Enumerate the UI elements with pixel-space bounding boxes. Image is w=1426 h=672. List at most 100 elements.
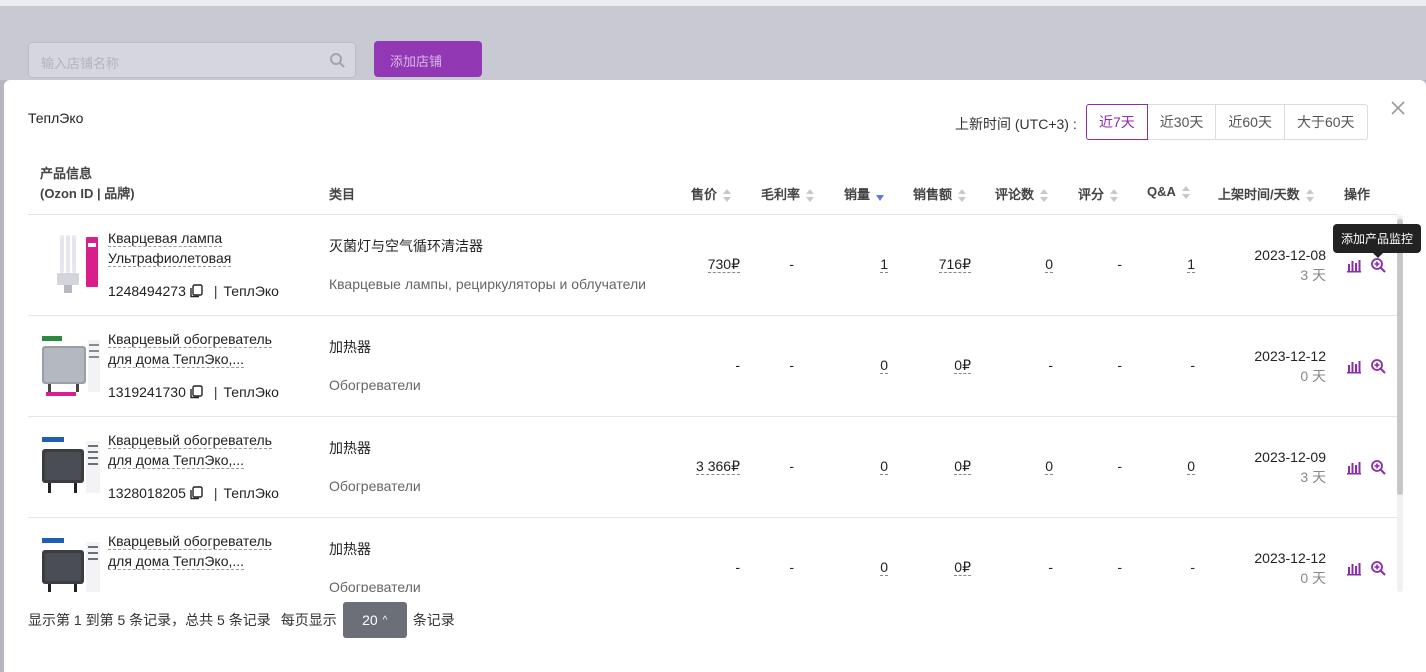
revenue-cell[interactable]: 0₽: [954, 357, 971, 374]
category-ru: Кварцевые лампы, рециркуляторы и облучат…: [329, 276, 646, 292]
table-row: Кварцевая лампа Ультрафиолетовая 1248494…: [28, 215, 1398, 316]
column-revenue[interactable]: 销售额: [913, 184, 967, 203]
price-cell[interactable]: 730₽: [707, 256, 740, 273]
sort-desc-icon: [876, 189, 885, 203]
copy-icon[interactable]: [189, 486, 203, 500]
reviews-cell[interactable]: 0: [1045, 256, 1053, 273]
product-id-brand: 1248494273 | ТеплЭко: [108, 283, 279, 299]
product-name-line1: Кварцевый обогреватель: [108, 533, 272, 550]
revenue-cell[interactable]: 716₽: [938, 256, 971, 273]
reviews: 0: [1045, 458, 1053, 475]
reviews: -: [1048, 559, 1053, 575]
sales-cell[interactable]: 0: [880, 559, 888, 576]
listing-time-filter-label: 上新时间 (UTC+3) :: [955, 116, 1077, 132]
filter-30-days[interactable]: 近30天: [1146, 104, 1217, 140]
search-icon: [330, 53, 345, 68]
column-rating-label: 评分: [1078, 187, 1105, 202]
monitor-zoom-icon[interactable]: [1370, 560, 1386, 576]
qa-cell[interactable]: 0: [1187, 458, 1195, 475]
bar-chart-icon[interactable]: [1346, 257, 1362, 273]
listed-date: 2023-12-12 0 天: [1254, 548, 1326, 588]
bar-chart-icon[interactable]: [1346, 358, 1362, 374]
product-name-link[interactable]: Кварцевый обогреватель для дома ТеплЭко,…: [108, 531, 308, 571]
qa-cell[interactable]: 1: [1187, 256, 1195, 273]
revenue-cell[interactable]: 0₽: [954, 458, 971, 475]
product-name-line2: для дома ТеплЭко,...: [108, 553, 245, 570]
product-thumbnail-heater[interactable]: [40, 334, 102, 398]
table-scrollbar[interactable]: [1397, 215, 1403, 592]
sales: 0: [880, 559, 888, 576]
page-size-value: 20: [362, 612, 378, 628]
background-search-input: 输入店铺名称: [28, 42, 356, 78]
table-header: 产品信息 (Ozon ID | 品牌) 类目 售价 毛利率 销量 销售额 评论数…: [28, 160, 1398, 215]
sort-icon: [958, 188, 967, 203]
revenue-cell[interactable]: 0₽: [954, 559, 971, 576]
sales-cell[interactable]: 0: [880, 458, 888, 475]
sales-cell[interactable]: 0: [880, 357, 888, 374]
ozon-id: 1319241730: [108, 384, 186, 400]
product-thumbnail-heater[interactable]: [40, 536, 102, 592]
qa: -: [1190, 357, 1195, 373]
rating: -: [1117, 357, 1122, 373]
column-qa-label: Q&A: [1147, 184, 1176, 199]
category-cn: 加热器: [329, 339, 371, 355]
price-cell[interactable]: 3 366₽: [696, 458, 740, 475]
product-name-line1: Кварцевый обогреватель: [108, 331, 272, 348]
column-actions: 操作: [1344, 187, 1371, 202]
bar-chart-icon[interactable]: [1346, 459, 1362, 475]
page-size-select[interactable]: 20 ^: [342, 602, 407, 638]
copy-icon[interactable]: [189, 284, 203, 298]
column-reviews[interactable]: 评论数: [995, 184, 1049, 203]
category-cn: 加热器: [329, 440, 371, 456]
brand: ТеплЭко: [223, 485, 279, 501]
margin: -: [789, 559, 794, 575]
category-cn: 加热器: [329, 541, 371, 557]
date: 2023-12-08: [1254, 247, 1326, 263]
column-category: 类目: [329, 187, 356, 202]
column-listed[interactable]: 上架时间/天数: [1218, 184, 1314, 203]
product-name-link[interactable]: Кварцевая лампа Ультрафиолетовая: [108, 228, 308, 268]
scrollbar-thumb[interactable]: [1397, 219, 1403, 495]
separator: |: [213, 384, 218, 400]
product-thumbnail-heater[interactable]: [40, 435, 102, 499]
filter-7-days[interactable]: 近7天: [1086, 104, 1148, 140]
ozon-id: 1328018205: [108, 485, 186, 501]
filter-60-days[interactable]: 近60天: [1215, 104, 1285, 140]
sales: 0: [880, 357, 888, 374]
column-price[interactable]: 售价: [691, 184, 732, 203]
background-add-label: 添加店铺: [390, 54, 443, 69]
listed-date: 2023-12-12 0 天: [1254, 346, 1326, 386]
days: 0 天: [1300, 570, 1326, 586]
copy-icon[interactable]: [189, 385, 203, 399]
bar-chart-icon[interactable]: [1346, 560, 1362, 576]
sales-cell[interactable]: 1: [880, 256, 888, 273]
close-icon[interactable]: [1388, 98, 1408, 118]
sort-icon: [723, 188, 732, 203]
product-thumbnail-lamp[interactable]: [40, 233, 102, 297]
filter-over-60-days[interactable]: 大于60天: [1283, 104, 1368, 140]
column-qa[interactable]: Q&A: [1147, 184, 1190, 200]
product-name-link[interactable]: Кварцевый обогреватель для дома ТеплЭко,…: [108, 430, 308, 470]
product-name-link[interactable]: Кварцевый обогреватель для дома ТеплЭко,…: [108, 329, 308, 369]
qa: 0: [1187, 458, 1195, 475]
row-actions: [1346, 560, 1386, 576]
shop-name: ТеплЭко: [28, 110, 84, 126]
margin: -: [789, 357, 794, 373]
records-label: 条记录: [412, 612, 455, 628]
monitor-zoom-icon[interactable]: [1370, 257, 1386, 273]
column-margin[interactable]: 毛利率: [761, 184, 815, 203]
column-rating[interactable]: 评分: [1078, 184, 1119, 203]
column-product-info-subtitle: (Ozon ID | 品牌): [40, 186, 135, 201]
monitor-zoom-icon[interactable]: [1370, 459, 1386, 475]
pagination-footer: 显示第 1 到第 5 条记录，总共 5 条记录 每页显示 20 ^ 条记录: [28, 602, 455, 638]
listed-date: 2023-12-08 3 天: [1254, 245, 1326, 285]
ozon-id: 1248494273: [108, 283, 186, 299]
rating: -: [1117, 458, 1122, 474]
revenue: 0₽: [954, 458, 971, 475]
reviews-cell[interactable]: 0: [1045, 458, 1053, 475]
column-sales[interactable]: 销量: [844, 184, 885, 203]
monitor-zoom-icon[interactable]: [1370, 358, 1386, 374]
background-add-button: 添加店铺: [374, 41, 482, 77]
sort-icon: [1040, 188, 1049, 203]
row-actions: [1346, 257, 1386, 273]
